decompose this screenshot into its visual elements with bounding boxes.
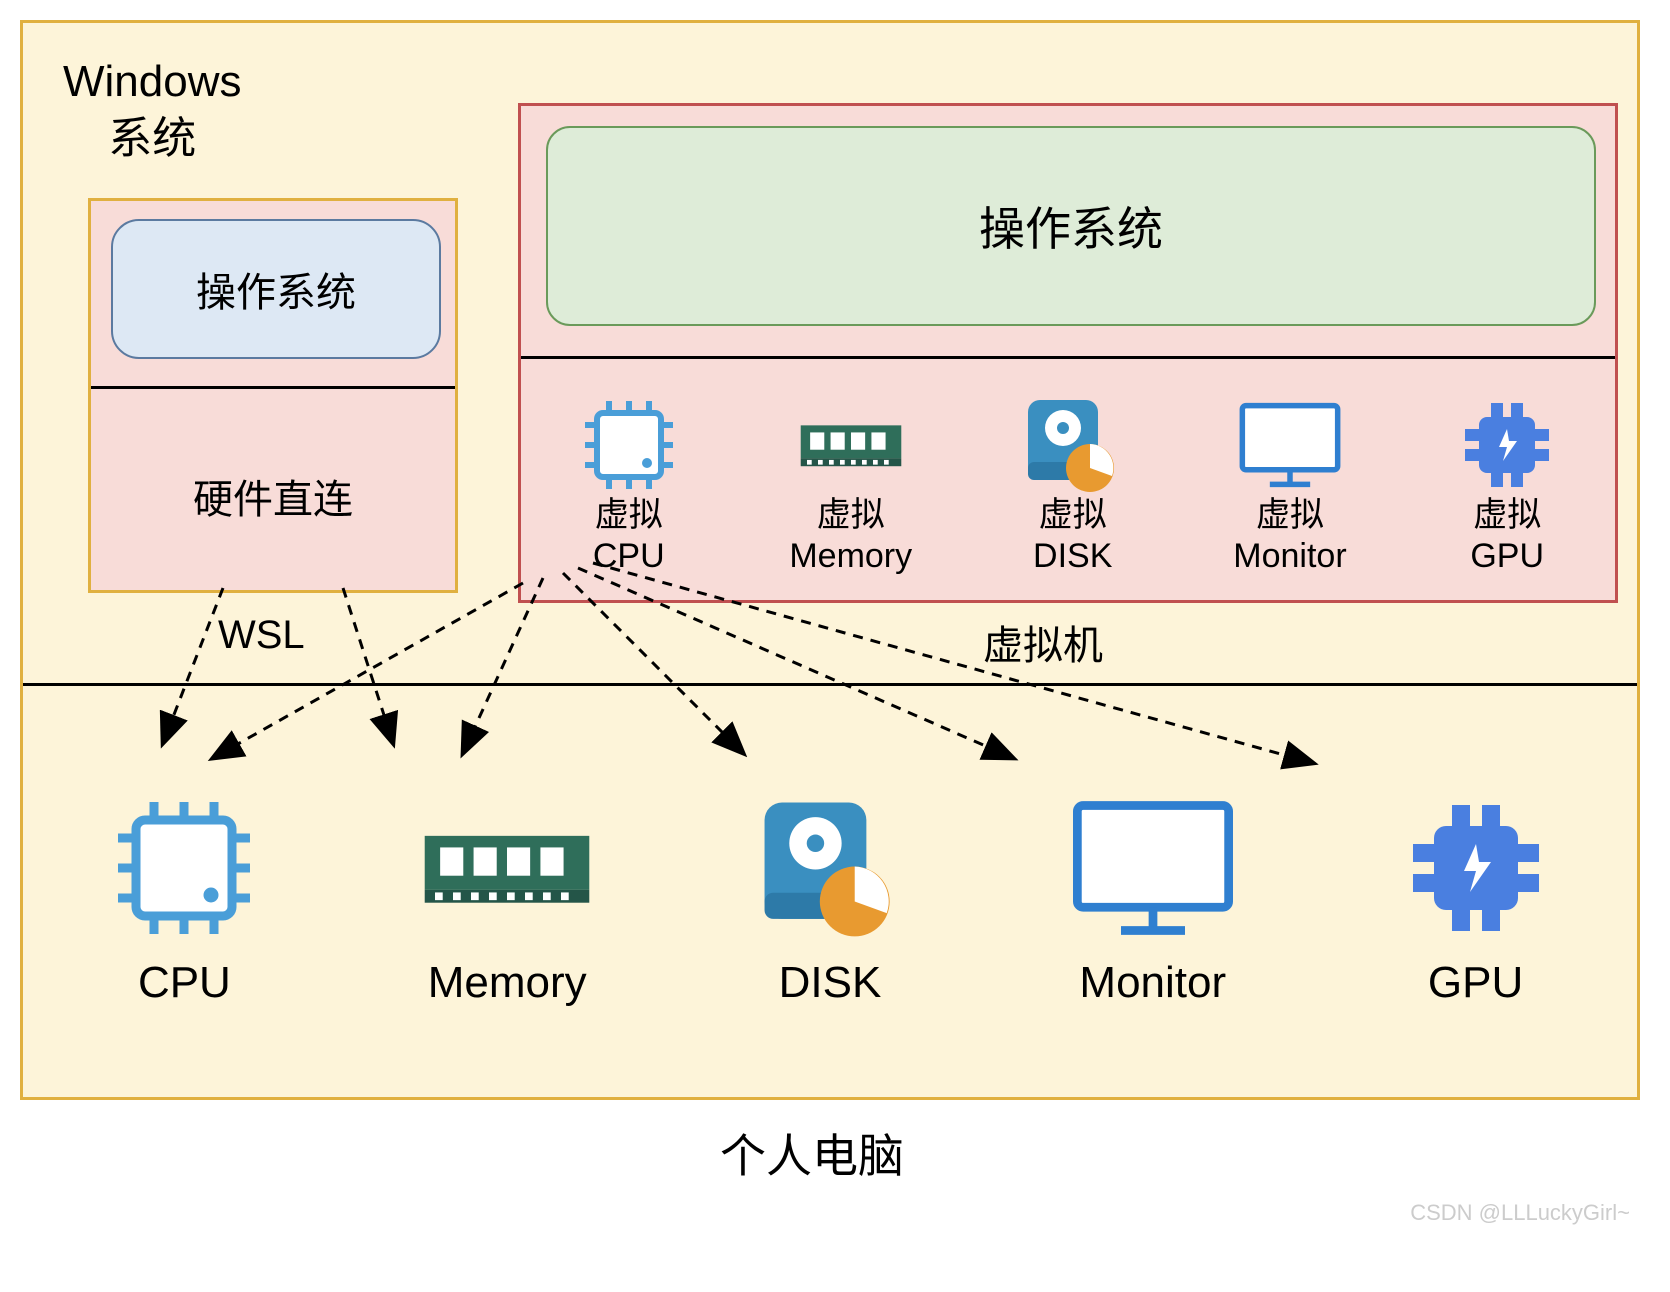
vm-item-memory: 虚拟 Memory: [789, 395, 912, 577]
windows-system-container: Windows 系统 操作系统 硬件直连 WSL 操作系统 虚拟 CPU 虚拟: [20, 20, 1640, 1100]
pc-caption: 个人电脑: [720, 1120, 904, 1186]
wsl-os-box: 操作系统: [111, 219, 441, 359]
pc-disk-label: DISK: [779, 958, 882, 1008]
monitor-icon: [1235, 395, 1345, 495]
pc-item-gpu: GPU: [1386, 788, 1566, 1008]
vm-cpu-line1: 虚拟: [595, 495, 663, 536]
watermark: CSDN @LLLuckyGirl~: [1410, 1200, 1630, 1226]
wsl-caption: WSL: [218, 613, 305, 658]
disk-icon: [1018, 395, 1128, 495]
windows-title: Windows 系统: [63, 53, 242, 167]
vm-memory-line1: 虚拟: [817, 495, 885, 536]
vm-disk-line2: DISK: [1033, 536, 1112, 577]
gpu-icon: [1386, 788, 1566, 948]
vm-cpu-line2: CPU: [593, 536, 665, 577]
vm-caption: 虚拟机: [983, 613, 1103, 671]
windows-title-line1: Windows: [63, 57, 242, 106]
pc-item-disk: DISK: [740, 788, 920, 1008]
cpu-icon: [94, 788, 274, 948]
windows-title-line2: 系统: [108, 114, 196, 163]
vm-item-monitor: 虚拟 Monitor: [1233, 395, 1346, 577]
pc-item-memory: Memory: [417, 788, 597, 1008]
vm-item-disk: 虚拟 DISK: [1018, 395, 1128, 577]
vm-disk-line1: 虚拟: [1039, 495, 1107, 536]
pc-gpu-label: GPU: [1428, 958, 1523, 1008]
wsl-hardware-direct: 硬件直连: [91, 401, 455, 591]
pc-hardware-row: CPU Memory DISK Monitor GPU: [23, 703, 1637, 1093]
wsl-divider: [91, 386, 455, 389]
vm-container: 操作系统 虚拟 CPU 虚拟 Memory 虚拟 DISK 虚拟 Mon: [518, 103, 1618, 603]
vm-gpu-line1: 虚拟: [1473, 495, 1541, 536]
vm-gpu-line2: GPU: [1470, 536, 1544, 577]
vm-os-box: 操作系统: [546, 126, 1596, 326]
vm-item-cpu: 虚拟 CPU: [574, 395, 684, 577]
vm-divider: [521, 356, 1615, 359]
wsl-hw-label: 硬件直连: [193, 467, 353, 525]
gpu-icon: [1452, 395, 1562, 495]
vm-os-label: 操作系统: [979, 193, 1163, 259]
memory-icon: [796, 395, 906, 495]
vm-memory-line2: Memory: [789, 536, 912, 577]
vm-virtual-hardware-row: 虚拟 CPU 虚拟 Memory 虚拟 DISK 虚拟 Monitor 虚拟: [521, 371, 1615, 601]
wsl-os-label: 操作系统: [196, 260, 356, 318]
pc-monitor-label: Monitor: [1079, 958, 1226, 1008]
vm-item-gpu: 虚拟 GPU: [1452, 395, 1562, 577]
pc-item-monitor: Monitor: [1063, 788, 1243, 1008]
disk-icon: [740, 788, 920, 948]
vm-monitor-line1: 虚拟: [1256, 495, 1324, 536]
pc-cpu-label: CPU: [138, 958, 231, 1008]
pc-item-cpu: CPU: [94, 788, 274, 1008]
pc-memory-label: Memory: [428, 958, 587, 1008]
wsl-container: 操作系统 硬件直连: [88, 198, 458, 593]
outer-divider: [23, 683, 1637, 686]
monitor-icon: [1063, 788, 1243, 948]
cpu-icon: [574, 395, 684, 495]
memory-icon: [417, 788, 597, 948]
vm-monitor-line2: Monitor: [1233, 536, 1346, 577]
